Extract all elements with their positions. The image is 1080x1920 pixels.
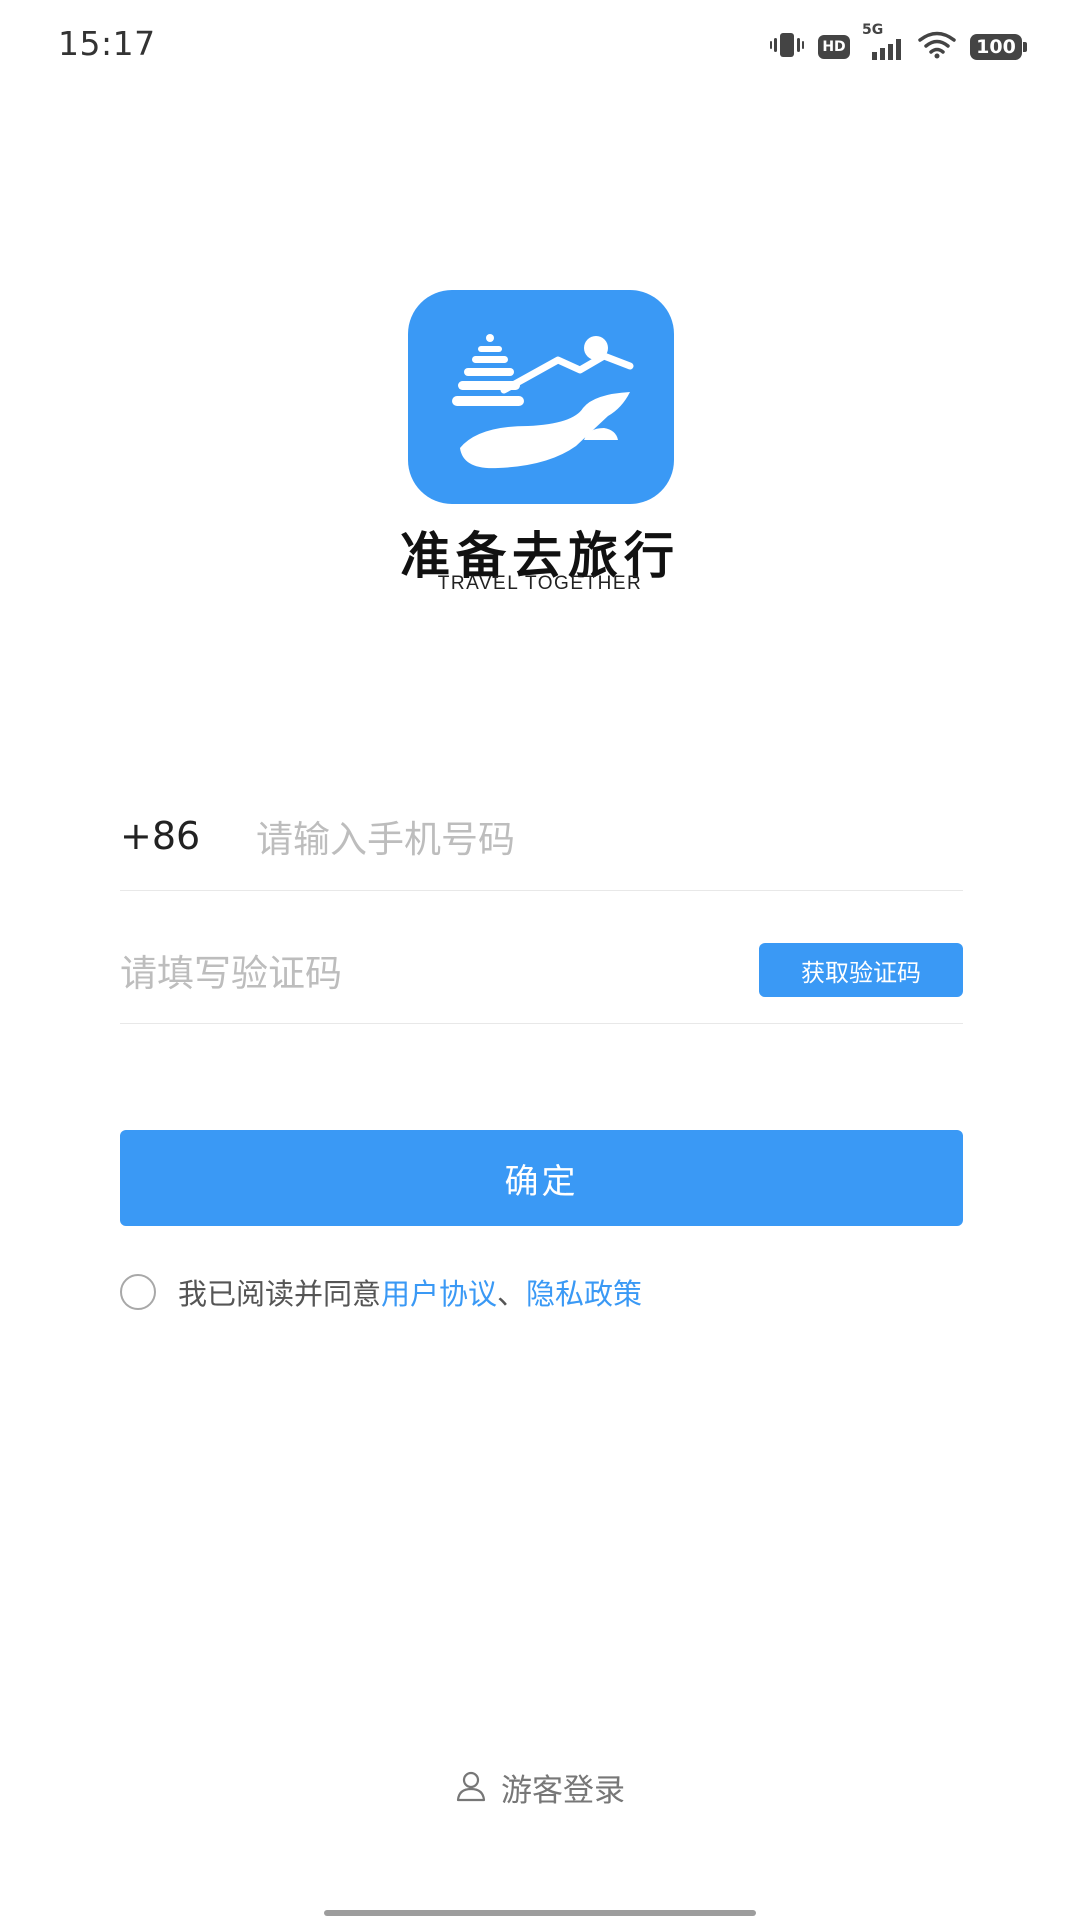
- guest-login-label: 游客登录: [501, 1773, 625, 1809]
- status-bar: 15:17 HD 5G 100: [0, 0, 1080, 96]
- phone-input[interactable]: [256, 814, 946, 864]
- agree-checkbox[interactable]: [120, 1274, 156, 1310]
- home-indicator[interactable]: [324, 1910, 756, 1916]
- battery-icon: 100: [970, 34, 1027, 60]
- network-label: 5G: [862, 22, 884, 38]
- hd-icon: HD: [818, 35, 850, 59]
- agree-prefix: 我已阅读并同意: [178, 1277, 382, 1311]
- phone-row: +86: [120, 800, 963, 891]
- vibrate-icon: [770, 32, 804, 62]
- code-row: 获取验证码: [120, 930, 963, 1024]
- status-time: 15:17: [58, 24, 156, 63]
- brand-subtitle: TRAVEL TOGETHER: [437, 573, 643, 594]
- agree-separator: 、: [497, 1277, 527, 1311]
- app-logo: [408, 290, 674, 504]
- guest-login-button[interactable]: 游客登录: [0, 1765, 1080, 1810]
- signal-5g-icon: 5G: [862, 22, 904, 60]
- country-code[interactable]: +86: [120, 814, 200, 858]
- confirm-button[interactable]: 确定: [120, 1130, 963, 1226]
- privacy-policy-link[interactable]: 隐私政策: [526, 1271, 642, 1313]
- user-agreement-link[interactable]: 用户协议: [381, 1271, 497, 1313]
- status-icons: HD 5G 100: [770, 22, 1027, 64]
- person-icon: [455, 1770, 487, 1806]
- get-code-button[interactable]: 获取验证码: [759, 943, 963, 997]
- wifi-icon: [918, 31, 956, 63]
- verification-code-input[interactable]: [120, 948, 720, 998]
- agreement-row: 我已阅读并同意 用户协议 、 隐私政策: [120, 1272, 642, 1312]
